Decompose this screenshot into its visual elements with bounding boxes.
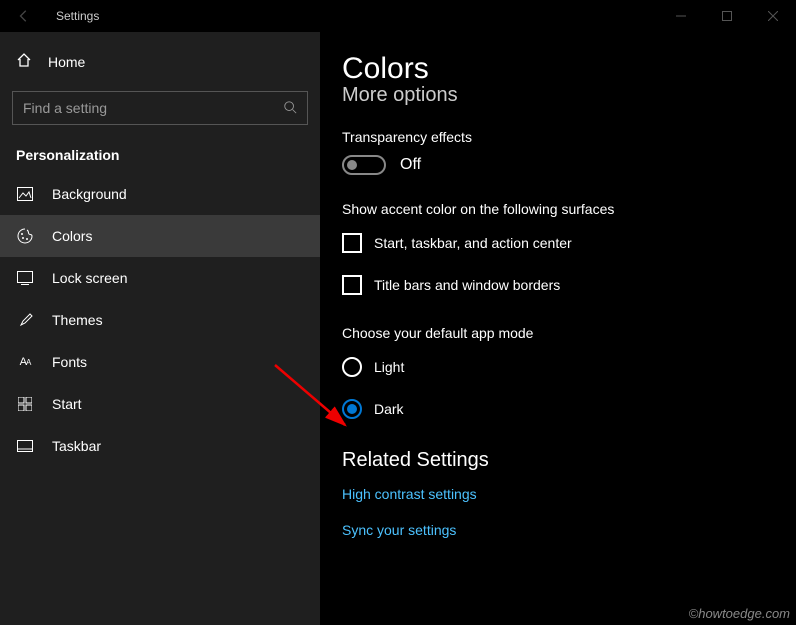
close-button[interactable] (750, 0, 796, 32)
picture-icon (16, 187, 34, 201)
window-controls (658, 0, 796, 32)
sidebar-item-label: Colors (52, 228, 92, 244)
checkbox-icon (342, 275, 362, 295)
sidebar-item-themes[interactable]: Themes (0, 299, 320, 341)
maximize-button[interactable] (704, 0, 750, 32)
search-placeholder: Find a setting (23, 100, 107, 116)
radio-label: Dark (374, 401, 404, 417)
accent-surfaces-label: Show accent color on the following surfa… (342, 201, 774, 217)
sidebar-item-label: Taskbar (52, 438, 101, 454)
sidebar-item-background[interactable]: Background (0, 173, 320, 215)
checkbox-icon (342, 233, 362, 253)
link-high-contrast[interactable]: High contrast settings (342, 486, 774, 502)
sidebar: Home Find a setting Personalization Back… (0, 32, 320, 625)
radio-icon (342, 399, 362, 419)
home-button[interactable]: Home (0, 40, 320, 83)
search-input[interactable]: Find a setting (12, 91, 308, 125)
lock-screen-icon (16, 271, 34, 285)
checkbox-start-taskbar[interactable]: Start, taskbar, and action center (342, 233, 774, 253)
page-title: Colors (342, 52, 774, 86)
sidebar-item-fonts[interactable]: AA Fonts (0, 341, 320, 383)
window-title: Settings (56, 9, 99, 23)
checkbox-label: Title bars and window borders (374, 277, 560, 293)
content-pane: Colors More options Transparency effects… (320, 32, 796, 625)
radio-icon (342, 357, 362, 377)
sidebar-item-label: Fonts (52, 354, 87, 370)
transparency-toggle[interactable] (342, 155, 386, 175)
app-mode-label: Choose your default app mode (342, 325, 774, 341)
home-label: Home (48, 54, 85, 70)
home-icon (16, 52, 32, 71)
start-icon (16, 397, 34, 411)
font-icon: AA (16, 356, 34, 368)
taskbar-icon (16, 440, 34, 452)
minimize-button[interactable] (658, 0, 704, 32)
section-title: Personalization (0, 133, 320, 173)
sidebar-item-start[interactable]: Start (0, 383, 320, 425)
toggle-state: Off (400, 156, 421, 174)
back-icon[interactable] (12, 9, 36, 23)
checkbox-label: Start, taskbar, and action center (374, 235, 572, 251)
transparency-label: Transparency effects (342, 129, 774, 145)
radio-dark[interactable]: Dark (342, 399, 774, 419)
radio-label: Light (374, 359, 404, 375)
sidebar-item-taskbar[interactable]: Taskbar (0, 425, 320, 467)
search-icon (283, 100, 297, 117)
checkbox-titlebars[interactable]: Title bars and window borders (342, 275, 774, 295)
subheading: More options (342, 84, 774, 107)
sidebar-item-label: Start (52, 396, 82, 412)
sidebar-item-label: Lock screen (52, 270, 127, 286)
related-settings-title: Related Settings (342, 449, 774, 472)
watermark: ©howtoedge.com (689, 606, 790, 621)
sidebar-item-label: Themes (52, 312, 103, 328)
sidebar-item-label: Background (52, 186, 127, 202)
radio-light[interactable]: Light (342, 357, 774, 377)
brush-icon (16, 312, 34, 328)
sidebar-item-colors[interactable]: Colors (0, 215, 320, 257)
sidebar-item-lockscreen[interactable]: Lock screen (0, 257, 320, 299)
palette-icon (16, 228, 34, 244)
link-sync-settings[interactable]: Sync your settings (342, 522, 774, 538)
